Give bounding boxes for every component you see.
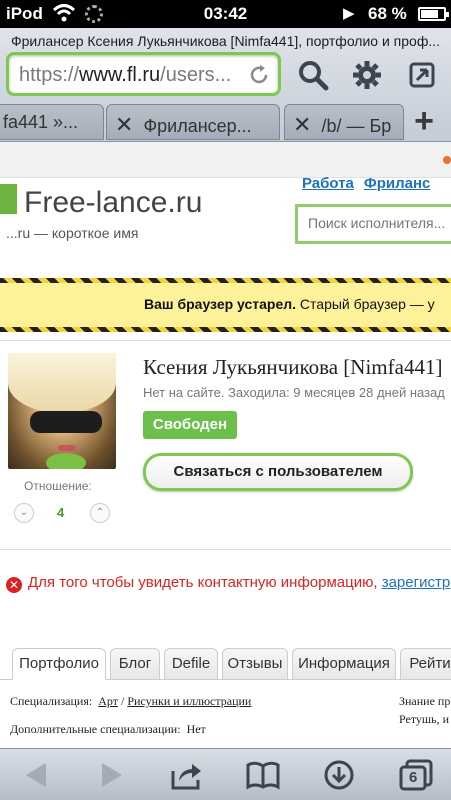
close-tab-icon[interactable]: ✕ bbox=[293, 112, 311, 137]
skills-line-1: Знание пр bbox=[399, 694, 451, 708]
tab-rating[interactable]: Рейти bbox=[400, 648, 451, 680]
top-links: Работа Фриланс bbox=[302, 175, 440, 192]
user-name: Ксения Лукьянчикова [Nimfa441] bbox=[143, 355, 443, 379]
browser-tabs: fa441 »... ✕ Фрилансер... ✕/b/ — Бр + bbox=[0, 102, 451, 142]
gear-icon[interactable] bbox=[350, 58, 384, 92]
tab-1[interactable]: fa441 »... bbox=[0, 104, 104, 140]
bottom-toolbar: 6 bbox=[0, 748, 451, 800]
share-icon[interactable] bbox=[170, 759, 204, 791]
spec-drawings-link[interactable]: Рисунки и иллюстрации bbox=[127, 694, 251, 708]
vote-up-icon[interactable]: ⌃ bbox=[90, 503, 110, 523]
url-text[interactable]: https://www.fl.ru/users... bbox=[19, 64, 247, 87]
bookmarks-icon[interactable] bbox=[246, 759, 280, 791]
link-freelance[interactable]: Фриланс bbox=[364, 175, 430, 192]
status-bar: iPod 03:42 ▶ 68 % bbox=[0, 0, 451, 28]
reload-icon[interactable] bbox=[248, 64, 270, 86]
new-tab-button[interactable]: + bbox=[404, 104, 444, 140]
skills-line-2: Ретушь, и bbox=[399, 712, 450, 726]
site-tagline: ...ru — короткое имя bbox=[6, 225, 139, 241]
download-icon[interactable] bbox=[322, 759, 356, 791]
spec-art-link[interactable]: Арт bbox=[98, 694, 118, 708]
extra-specialization-line: Дополнительные специализации: Нет bbox=[10, 722, 206, 736]
tab-info[interactable]: Информация bbox=[292, 648, 396, 680]
tab-3[interactable]: ✕/b/ — Бр bbox=[284, 104, 404, 140]
tab-reviews[interactable]: Отзывы bbox=[222, 648, 288, 680]
profile-card: Отношение: ⌄ 4 ⌃ Ксения Лукьянчикова [Ni… bbox=[0, 340, 451, 550]
link-work[interactable]: Работа bbox=[302, 175, 354, 192]
browser-warning: Ваш браузер устарел. Старый браузер — у bbox=[0, 278, 451, 332]
contact-user-button[interactable]: Связаться с пользователем bbox=[143, 453, 413, 491]
tabs-icon[interactable]: 6 bbox=[398, 759, 434, 791]
profile-tabs: Портфолио Блог Defile Отзывы Информация … bbox=[0, 648, 451, 680]
relation-count: 4 bbox=[57, 505, 65, 520]
site-logo[interactable]: Free-lance.ru bbox=[24, 186, 202, 220]
page-title: Фрилансер Ксения Лукьянчикова [Nimfa441]… bbox=[10, 33, 441, 49]
status-badge: Свободен bbox=[143, 411, 237, 439]
close-tab-icon[interactable]: ✕ bbox=[115, 112, 133, 137]
warning-stripe bbox=[0, 278, 451, 283]
register-link[interactable]: зарегистр bbox=[382, 574, 450, 591]
top-strip bbox=[0, 142, 451, 178]
vote-down-icon[interactable]: ⌄ bbox=[14, 503, 34, 523]
error-icon: ✕ bbox=[6, 577, 22, 593]
play-icon: ▶ bbox=[343, 5, 355, 22]
tab-2[interactable]: ✕ Фрилансер... bbox=[106, 104, 280, 140]
forward-icon[interactable] bbox=[94, 759, 128, 791]
tab-defile[interactable]: Defile bbox=[164, 648, 218, 680]
logo-icon[interactable] bbox=[0, 184, 17, 214]
specialization-line: Специализация: Арт / Рисунки и иллюстрац… bbox=[10, 694, 252, 708]
tab-blog[interactable]: Блог bbox=[110, 648, 160, 680]
notification-dot bbox=[443, 156, 451, 164]
tabs-count: 6 bbox=[409, 769, 418, 786]
avatar[interactable] bbox=[8, 353, 116, 469]
tab-portfolio[interactable]: Портфолио bbox=[12, 648, 106, 680]
warning-stripe bbox=[0, 327, 451, 332]
battery-percent: 68 % bbox=[368, 4, 407, 23]
contact-info-notice: ✕ Для того чтобы увидеть контактную инфор… bbox=[6, 574, 450, 593]
search-input[interactable] bbox=[298, 207, 451, 239]
search-box[interactable] bbox=[295, 204, 451, 244]
back-icon[interactable] bbox=[20, 759, 54, 791]
battery-icon bbox=[418, 7, 449, 21]
warning-text: Ваш браузер устарел. Старый браузер — у bbox=[144, 296, 435, 312]
search-icon[interactable] bbox=[296, 58, 330, 92]
url-bar[interactable]: https://www.fl.ru/users... bbox=[6, 52, 281, 96]
relation-label: Отношение: bbox=[24, 479, 92, 493]
last-seen: Нет на сайте. Заходила: 9 месяцев 28 дне… bbox=[143, 385, 445, 400]
fullscreen-icon[interactable] bbox=[405, 58, 439, 92]
web-page: Free-lance.ru ...ru — короткое имя Работ… bbox=[0, 142, 451, 748]
browser-chrome: Фрилансер Ксения Лукьянчикова [Nimfa441]… bbox=[0, 28, 451, 142]
